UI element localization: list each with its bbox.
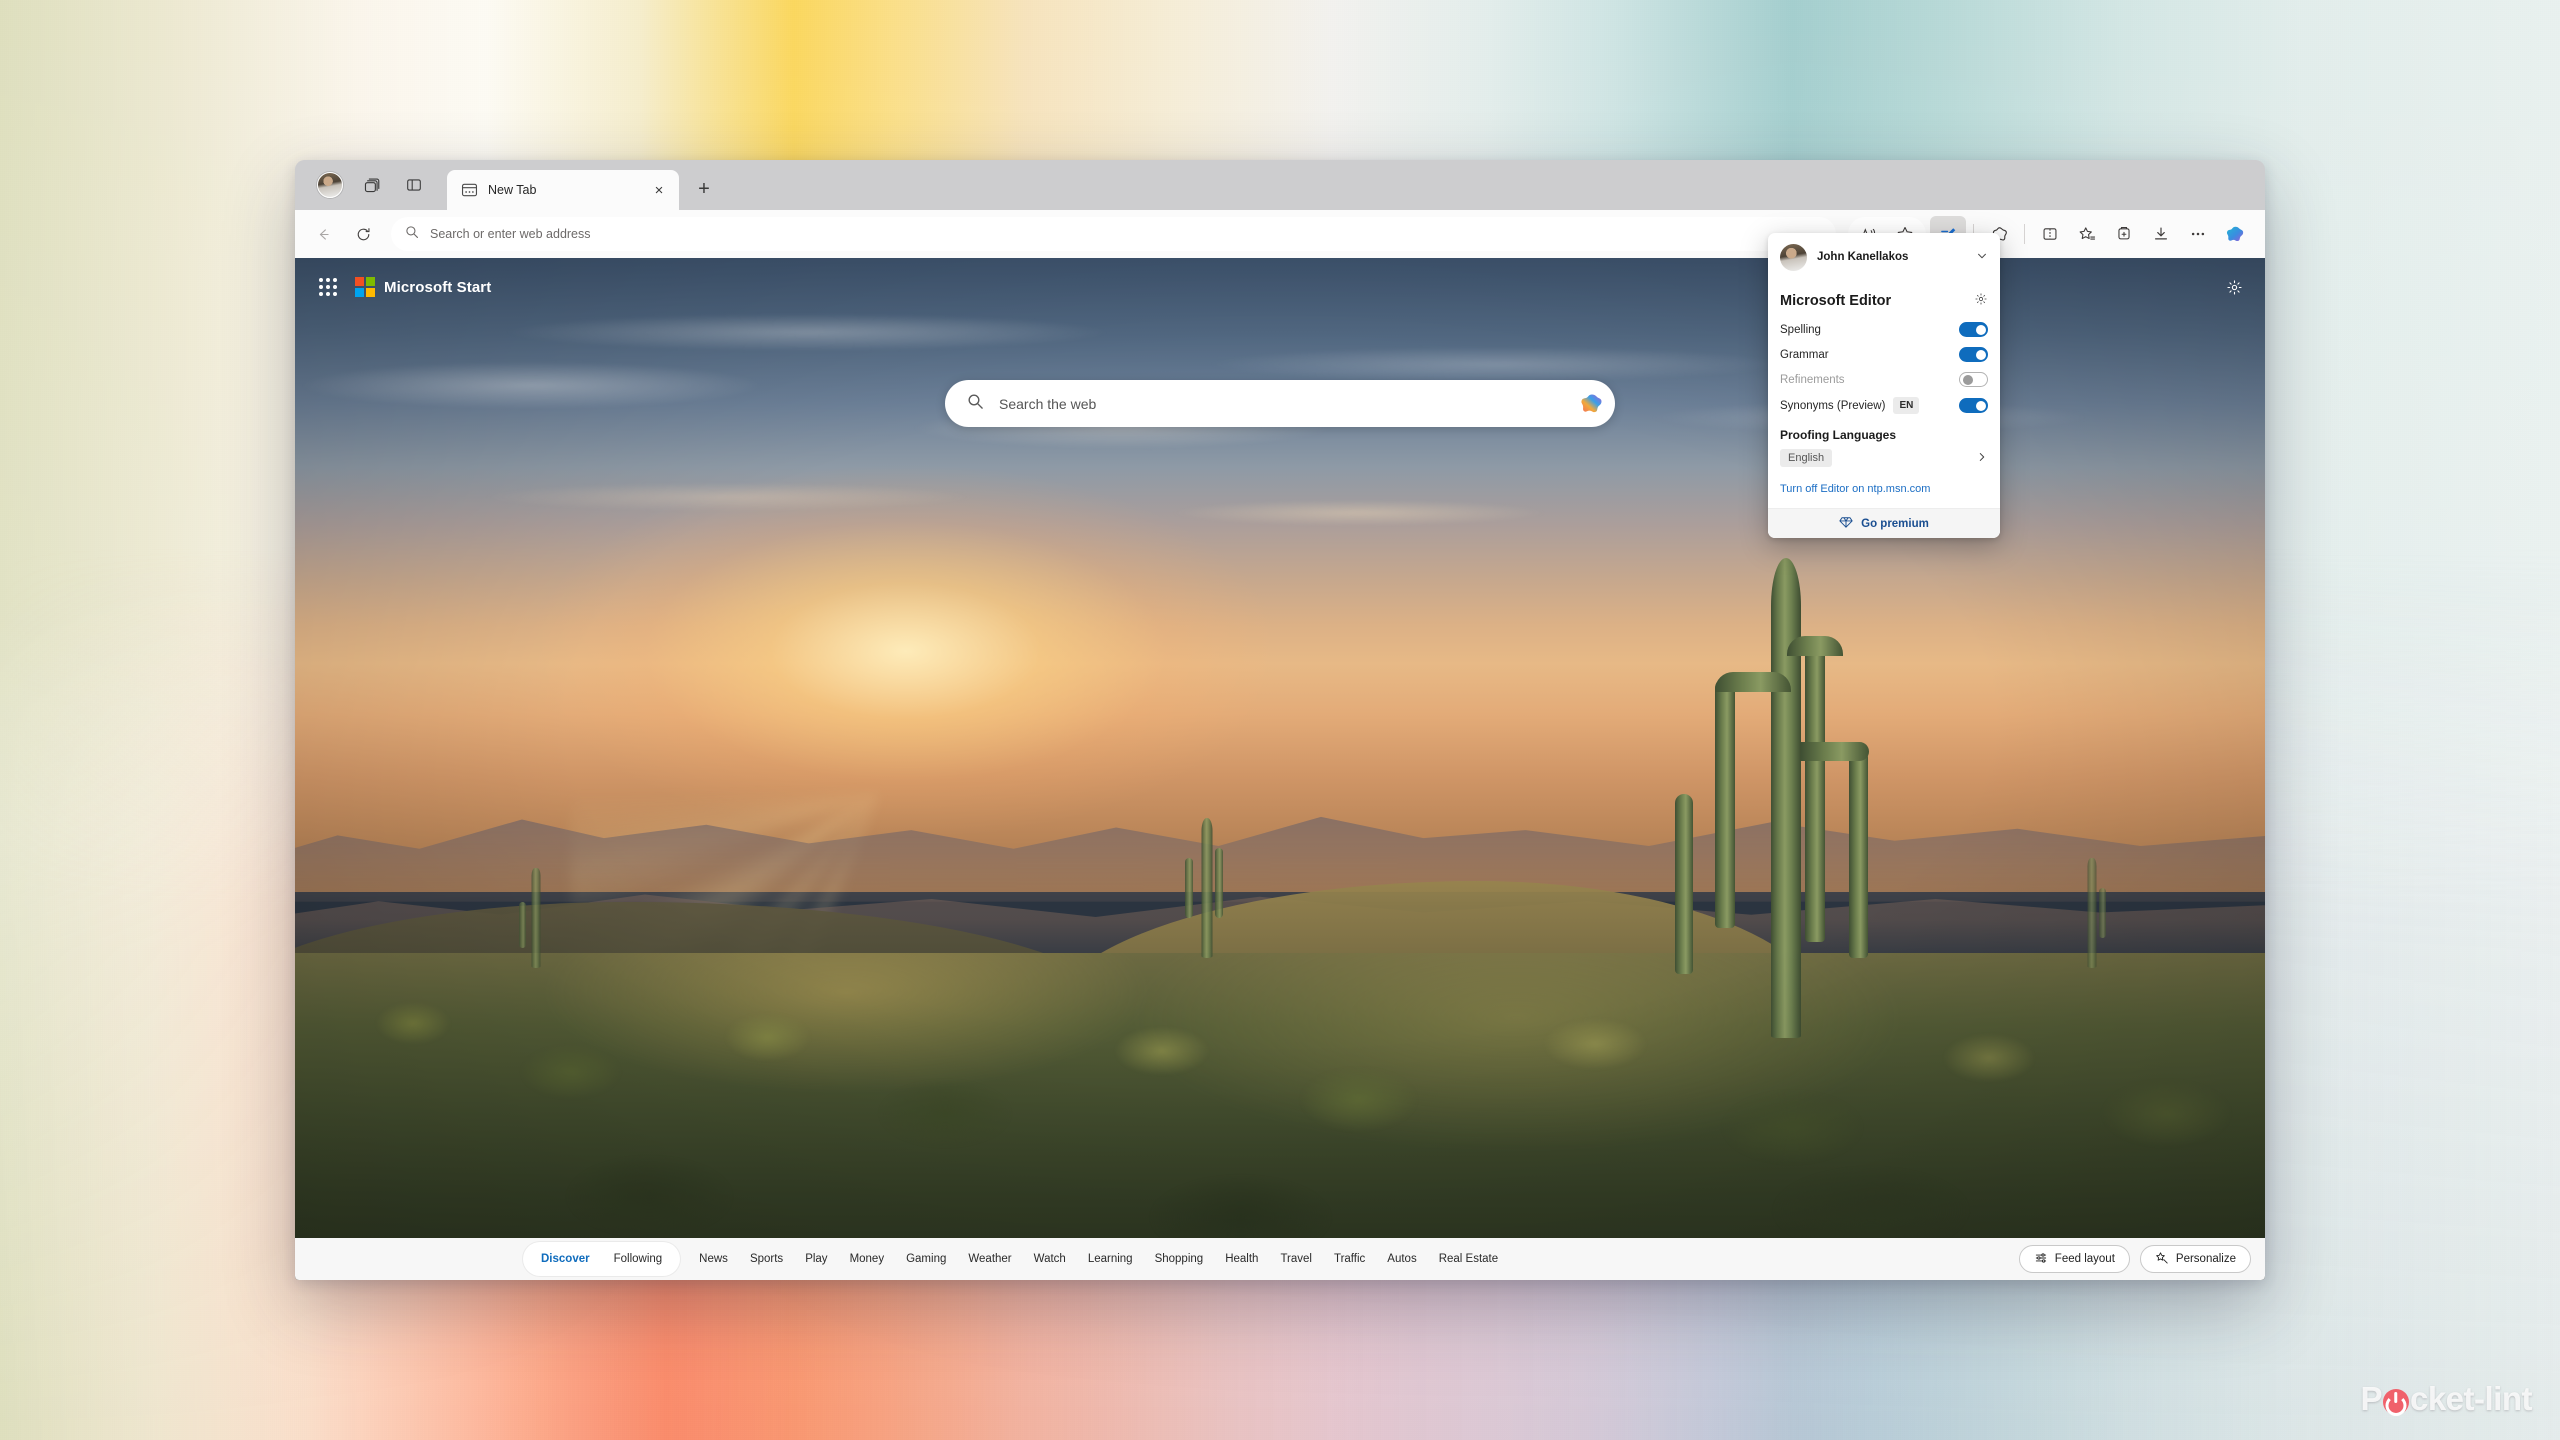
feed-category-news[interactable]: News <box>688 1242 739 1276</box>
refinements-label: Refinements <box>1780 373 1845 386</box>
address-bar[interactable]: Search or enter web address <box>391 217 1836 251</box>
diamond-icon <box>1839 516 1853 532</box>
grammar-toggle[interactable] <box>1959 347 1988 362</box>
tab-strip: New Tab × + <box>295 160 2265 210</box>
profile-avatar-icon[interactable] <box>309 164 351 206</box>
sliders-icon <box>2034 1251 2048 1268</box>
synonyms-language-badge: EN <box>1893 397 1920 414</box>
new-tab-button[interactable]: + <box>688 173 720 205</box>
msn-brand-label: Microsoft Start <box>384 278 492 296</box>
feed-category-watch[interactable]: Watch <box>1023 1242 1077 1276</box>
grammar-label: Grammar <box>1780 348 1829 361</box>
copilot-sidebar-icon[interactable] <box>2217 216 2253 252</box>
feed-layout-button[interactable]: Feed layout <box>2018 1245 2130 1273</box>
favorites-list-icon[interactable] <box>2069 216 2105 252</box>
settings-and-more-icon[interactable] <box>2180 216 2216 252</box>
new-tab-page-icon <box>461 182 478 198</box>
magic-wand-star-icon <box>2155 1251 2169 1268</box>
editor-setting-refinements: Refinements <box>1768 367 2000 392</box>
feed-tab-following[interactable]: Following <box>602 1242 675 1276</box>
gear-icon[interactable] <box>1974 292 1988 309</box>
account-details: John Kanellakos <box>1817 250 1966 265</box>
feed-category-autos[interactable]: Autos <box>1376 1242 1427 1276</box>
editor-account-row[interactable]: John Kanellakos <box>1768 233 2000 282</box>
workspaces-icon[interactable] <box>351 164 393 206</box>
saguaro-cactus-small-3 <box>2087 858 2106 968</box>
go-premium-label: Go premium <box>1861 517 1929 530</box>
address-bar-placeholder: Search or enter web address <box>430 227 591 241</box>
feed-nav-items: Discover Following News Sports Play Mone… <box>523 1242 1509 1276</box>
chevron-down-icon[interactable] <box>1976 250 1990 265</box>
turn-off-editor-link[interactable]: Turn off Editor on ntp.msn.com <box>1768 477 2000 508</box>
app-grid-icon[interactable] <box>319 278 337 296</box>
page-settings-gear-icon[interactable] <box>2226 279 2243 296</box>
proofing-language-chip: English <box>1780 449 1833 467</box>
feed-layout-label: Feed layout <box>2054 1253 2115 1265</box>
synonyms-toggle[interactable] <box>1959 398 1988 413</box>
browser-tab[interactable]: New Tab × <box>447 170 679 210</box>
proofing-language-row[interactable]: English <box>1768 447 2000 477</box>
search-icon <box>967 393 984 415</box>
synonyms-label: Synonyms (Preview) <box>1780 399 1886 412</box>
refresh-icon[interactable] <box>345 216 381 252</box>
editor-setting-synonyms: Synonyms (Preview) EN <box>1768 392 2000 419</box>
web-search-box[interactable]: Search the web <box>945 380 1615 427</box>
power-button-icon <box>2382 1389 2409 1415</box>
saguaro-cactus-large <box>1675 558 1869 1038</box>
feed-category-health[interactable]: Health <box>1214 1242 1269 1276</box>
watermark-suffix: cket-lint <box>2409 1380 2533 1417</box>
microsoft-logo-icon <box>355 277 375 297</box>
feed-category-money[interactable]: Money <box>839 1242 896 1276</box>
feed-tab-discover[interactable]: Discover <box>529 1242 602 1276</box>
feed-category-weather[interactable]: Weather <box>957 1242 1022 1276</box>
editor-title: Microsoft Editor <box>1780 292 1892 309</box>
microsoft-editor-flyout: John Kanellakos Microsoft Editor Spellin… <box>1768 233 2000 538</box>
copilot-icon[interactable] <box>1579 391 1605 417</box>
back-arrow-icon[interactable] <box>305 216 341 252</box>
spelling-toggle[interactable] <box>1959 322 1988 337</box>
tab-actions-menu-icon[interactable] <box>393 164 435 206</box>
proofing-languages-heading: Proofing Languages <box>1780 428 1897 442</box>
toolbar-divider <box>2024 224 2025 244</box>
watermark-prefix: P <box>2360 1380 2382 1417</box>
feed-category-sports[interactable]: Sports <box>739 1242 794 1276</box>
chevron-right-icon[interactable] <box>1976 451 1988 466</box>
editor-title-row: Microsoft Editor <box>1768 282 2000 317</box>
refinements-toggle[interactable] <box>1959 372 1988 387</box>
profile-avatar-icon <box>1780 244 1807 271</box>
downloads-icon[interactable] <box>2143 216 2179 252</box>
feed-category-play[interactable]: Play <box>794 1242 838 1276</box>
editor-setting-grammar: Grammar <box>1768 342 2000 367</box>
search-icon <box>405 225 419 244</box>
tab-title: New Tab <box>488 183 537 197</box>
feed-category-shopping[interactable]: Shopping <box>1144 1242 1215 1276</box>
feed-category-traffic[interactable]: Traffic <box>1323 1242 1376 1276</box>
pocket-lint-watermark: P cket-lint <box>2360 1380 2532 1418</box>
spelling-label: Spelling <box>1780 323 1821 336</box>
feed-category-travel[interactable]: Travel <box>1269 1242 1323 1276</box>
feed-category-learning[interactable]: Learning <box>1077 1242 1144 1276</box>
feed-navigation-bar: Discover Following News Sports Play Mone… <box>295 1238 2265 1280</box>
feed-category-gaming[interactable]: Gaming <box>895 1242 957 1276</box>
saguaro-cactus-small-1 <box>1185 818 1223 958</box>
feed-action-buttons: Feed layout Personalize <box>2018 1245 2251 1273</box>
search-input-placeholder: Search the web <box>999 395 1097 412</box>
personalize-button[interactable]: Personalize <box>2139 1245 2251 1273</box>
avatar <box>317 172 343 198</box>
close-tab-icon[interactable]: × <box>649 180 669 200</box>
feed-category-real-estate[interactable]: Real Estate <box>1428 1242 1509 1276</box>
feed-primary-tabs: Discover Following <box>523 1242 681 1276</box>
editor-setting-spelling: Spelling <box>1768 317 2000 342</box>
collections-icon[interactable] <box>2106 216 2142 252</box>
go-premium-button[interactable]: Go premium <box>1768 508 2000 538</box>
feed-category-list: News Sports Play Money Gaming Weather Wa… <box>688 1242 1509 1276</box>
account-name: John Kanellakos <box>1817 251 1909 264</box>
split-screen-icon[interactable] <box>2032 216 2068 252</box>
personalize-label: Personalize <box>2175 1253 2236 1265</box>
saguaro-cactus-small-2 <box>519 868 540 968</box>
